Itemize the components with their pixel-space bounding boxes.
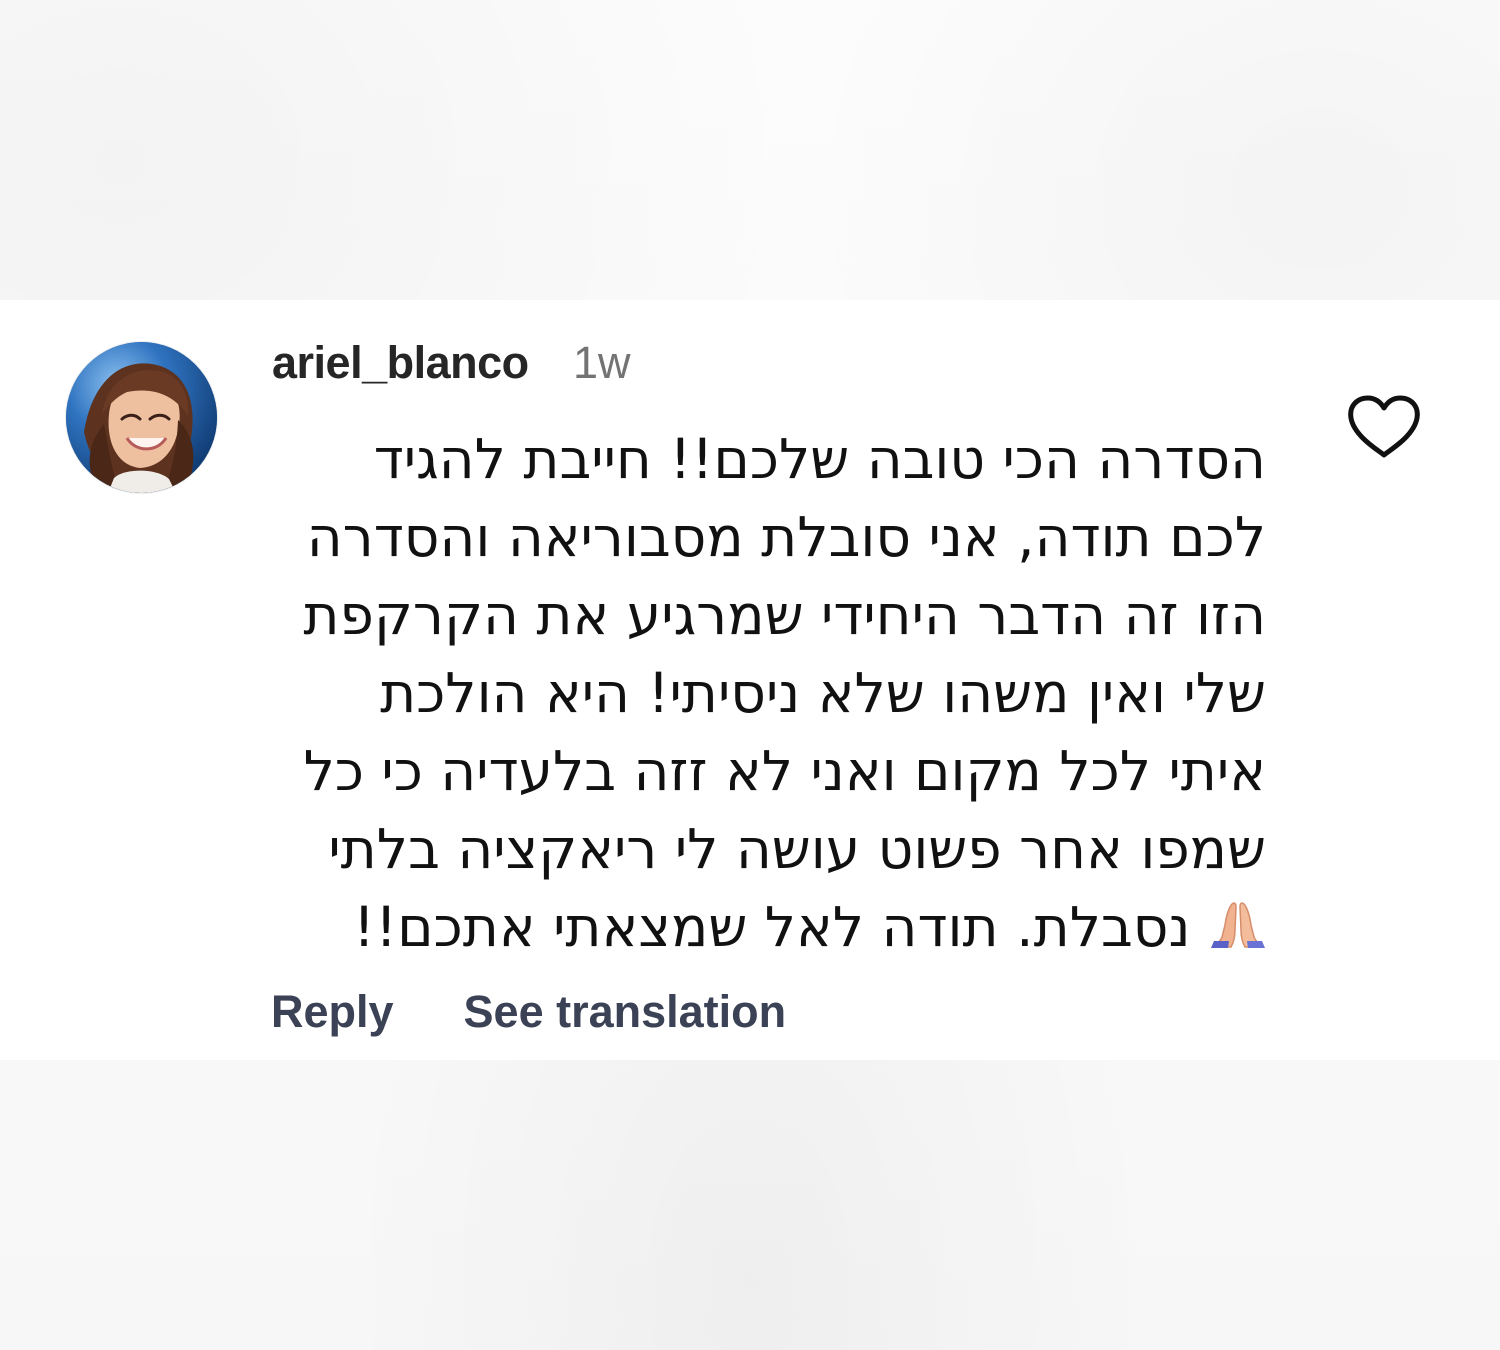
comment-line-6: שמפו אחר פשוט עושה לי ריאקציה בלתי <box>328 817 1266 881</box>
comment-actions: Reply See translation <box>271 986 786 1038</box>
comment-line-7-text: נסבלת. תודה לאל שמצאתי אתכם!! <box>353 895 1191 959</box>
comment-line-3: הזו זה הדבר היחידי שמרגיע את הקרקפת <box>303 583 1266 647</box>
profile-photo-icon <box>66 342 217 493</box>
heart-outline-icon <box>1348 395 1420 458</box>
comment-line-1: הסדרה הכי טובה שלכם!! חייבת להגיד <box>373 427 1266 491</box>
comment-line-4: שלי ואין משהו שלא ניסיתי! היא הולכת <box>380 661 1266 725</box>
see-translation-link[interactable]: See translation <box>464 986 787 1038</box>
avatar[interactable] <box>66 342 217 493</box>
comment-line-7: נסבלת. תודה לאל שמצאתי אתכם!! <box>272 888 1266 966</box>
comment-line-2: לכם תודה, אני סובלת מסבוריאה והסדרה <box>306 505 1266 569</box>
comment-line-5: איתי לכל מקום ואני לא זזה בלעדיה כי כל <box>303 739 1266 803</box>
comment-timestamp: 1w <box>573 337 631 388</box>
comment-text: הסדרה הכי טובה שלכם!! חייבת להגיד לכם תו… <box>272 420 1266 966</box>
like-button[interactable] <box>1348 394 1420 460</box>
comment-username[interactable]: ariel_blanco <box>272 337 529 389</box>
reply-link[interactable]: Reply <box>271 986 394 1038</box>
praying-hands-icon <box>1210 897 1266 949</box>
